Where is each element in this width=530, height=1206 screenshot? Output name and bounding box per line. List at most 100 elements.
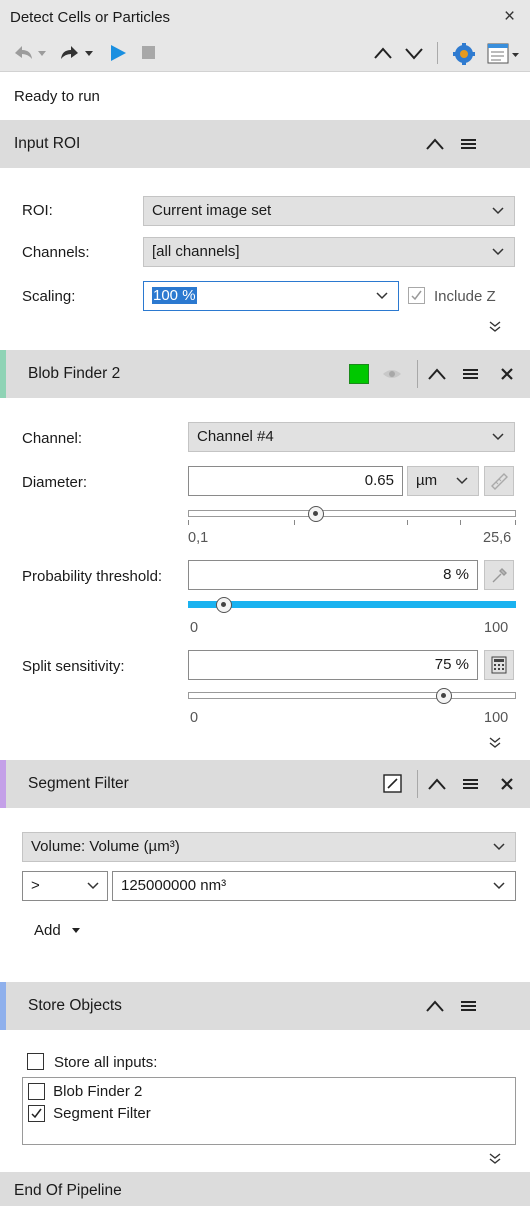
channel-value: Channel #4	[197, 428, 274, 445]
item-label: Segment Filter	[53, 1104, 151, 1122]
collapse-icon[interactable]	[425, 999, 445, 1013]
diameter-slider-track[interactable]	[188, 510, 516, 517]
menu-icon[interactable]	[460, 999, 478, 1013]
roi-label: ROI:	[22, 202, 53, 219]
section-header-input-roi[interactable]: Input ROI	[0, 120, 530, 168]
filter-threshold-value: 125000000 nm³	[121, 877, 227, 894]
diameter-unit-select[interactable]: µm	[407, 466, 479, 496]
menu-icon[interactable]	[462, 367, 480, 381]
add-label: Add	[34, 922, 61, 939]
diameter-label: Diameter:	[22, 474, 88, 491]
split-sensitivity-slider-track[interactable]	[188, 692, 516, 699]
slider-tick	[515, 520, 516, 525]
channels-value: [all channels]	[152, 243, 240, 260]
filter-feature-value: Volume: Volume (µm³)	[31, 838, 180, 855]
dropdown-arrow-icon	[71, 928, 80, 934]
pick-threshold-button[interactable]	[484, 560, 514, 590]
include-z-label: Include Z	[434, 288, 496, 305]
color-swatch[interactable]	[349, 364, 369, 384]
item-checkbox[interactable]	[28, 1082, 45, 1100]
redo-dropdown-icon[interactable]	[84, 50, 94, 58]
section-title: Input ROI	[14, 135, 81, 152]
expand-more-icon[interactable]	[488, 1152, 502, 1166]
list-item[interactable]: Blob Finder 2	[28, 1082, 142, 1100]
probability-slider-thumb[interactable]	[216, 597, 233, 613]
menu-icon[interactable]	[462, 777, 480, 791]
slider-tick	[460, 520, 461, 525]
scaling-label: Scaling:	[22, 288, 76, 305]
view-options-icon[interactable]	[487, 42, 521, 66]
collapse-icon[interactable]	[425, 137, 445, 151]
section-header-blob-finder[interactable]: Blob Finder 2	[0, 350, 530, 398]
store-all-checkbox[interactable]	[27, 1053, 44, 1070]
chevron-down-icon[interactable]	[493, 882, 505, 890]
gear-icon[interactable]	[453, 42, 477, 66]
channels-select[interactable]: [all channels]	[143, 237, 515, 267]
probability-threshold-input[interactable]: 8 %	[188, 560, 478, 590]
store-objects-list: Blob Finder 2 Segment Filter	[22, 1077, 516, 1145]
diameter-slider-thumb[interactable]	[308, 506, 325, 522]
section-header-end-of-pipeline: End Of Pipeline	[0, 1172, 530, 1206]
diameter-input[interactable]: 0.65	[188, 466, 403, 496]
roi-select[interactable]: Current image set	[143, 196, 515, 226]
split-sensitivity-input[interactable]: 75 %	[188, 650, 478, 680]
section-header-store-objects[interactable]: Store Objects	[0, 982, 530, 1030]
undo-dropdown-icon[interactable]	[37, 50, 47, 58]
probability-threshold-label: Probability threshold:	[22, 568, 163, 585]
menu-icon[interactable]	[460, 137, 478, 151]
scaling-value: 100 %	[152, 287, 197, 304]
undo-icon[interactable]	[12, 43, 34, 63]
split-sensitivity-value: 75 %	[434, 656, 469, 673]
probability-min-label: 0	[190, 620, 199, 636]
chevron-down-icon	[492, 433, 504, 441]
chevron-down-icon[interactable]	[376, 292, 388, 300]
list-item[interactable]: Segment Filter	[28, 1104, 151, 1122]
measure-button[interactable]	[484, 466, 514, 496]
calculator-icon	[491, 656, 507, 674]
close-button[interactable]: ×	[504, 6, 515, 28]
expand-more-icon[interactable]	[488, 736, 502, 750]
roi-value: Current image set	[152, 202, 272, 219]
section-title: Store Objects	[28, 997, 122, 1014]
accent-bar	[0, 350, 6, 398]
slider-tick	[188, 520, 189, 525]
calculator-button[interactable]	[484, 650, 514, 680]
filter-operator-select[interactable]: >	[22, 871, 108, 901]
stop-icon[interactable]	[141, 45, 157, 61]
checkmark-icon	[31, 1108, 42, 1118]
filter-threshold-input[interactable]: 125000000 nm³	[112, 871, 516, 901]
chevron-down-icon[interactable]	[404, 45, 424, 61]
play-icon[interactable]	[108, 43, 128, 63]
scaling-input[interactable]: 100 %	[143, 281, 399, 311]
channels-label: Channels:	[22, 244, 90, 261]
eye-icon[interactable]	[382, 367, 402, 381]
split-sensitivity-label: Split sensitivity:	[22, 658, 125, 675]
item-checkbox[interactable]	[28, 1104, 45, 1122]
collapse-icon[interactable]	[427, 777, 447, 791]
chevron-down-icon	[492, 207, 504, 215]
header-divider	[417, 770, 418, 798]
chevron-up-icon[interactable]	[373, 45, 393, 61]
item-label: Blob Finder 2	[53, 1082, 143, 1100]
status-bar: Ready to run	[0, 72, 530, 120]
edit-icon[interactable]	[383, 774, 403, 794]
diameter-value: 0.65	[364, 472, 394, 489]
channel-label: Channel:	[22, 430, 83, 447]
window-title: Detect Cells or Particles	[10, 9, 171, 26]
expand-more-icon[interactable]	[488, 320, 502, 334]
close-icon[interactable]	[499, 366, 515, 382]
section-title: Segment Filter	[28, 775, 129, 792]
collapse-icon[interactable]	[427, 367, 447, 381]
redo-icon[interactable]	[59, 43, 81, 63]
filter-feature-select[interactable]: Volume: Volume (µm³)	[22, 832, 516, 862]
store-all-label: Store all inputs:	[54, 1054, 158, 1071]
probability-slider-track[interactable]	[188, 601, 516, 608]
channel-select[interactable]: Channel #4	[188, 422, 515, 452]
split-sensitivity-slider-thumb[interactable]	[436, 688, 452, 704]
chevron-down-icon	[493, 843, 505, 851]
close-icon[interactable]	[499, 776, 515, 792]
include-z-checkbox[interactable]	[408, 287, 425, 304]
accent-bar	[0, 760, 6, 808]
add-filter-button[interactable]: Add	[34, 922, 81, 939]
section-header-segment-filter[interactable]: Segment Filter	[0, 760, 530, 808]
